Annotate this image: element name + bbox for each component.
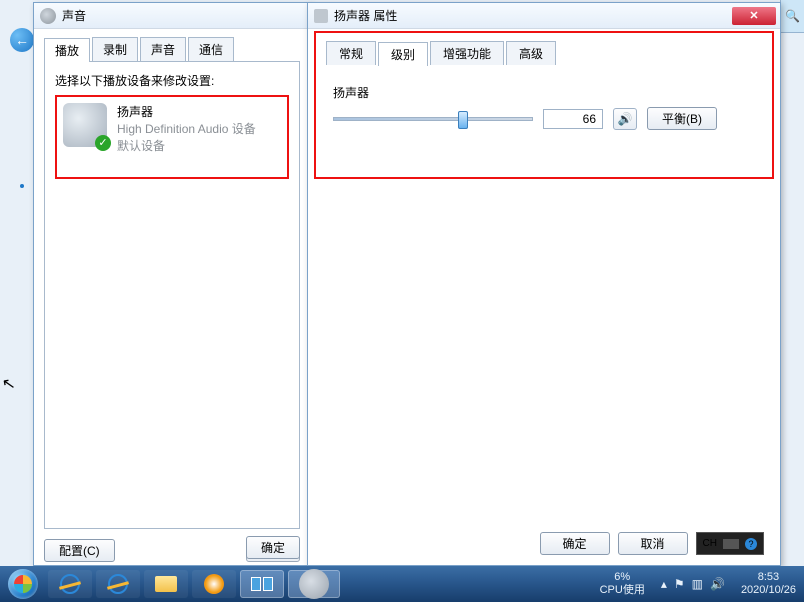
props-title: 扬声器 属性 <box>334 7 397 24</box>
sound-title: 声音 <box>62 7 86 24</box>
props-titlebar[interactable]: 扬声器 属性 ✕ <box>308 3 780 29</box>
props-window-icon <box>314 9 328 23</box>
folder-icon <box>155 576 177 592</box>
device-desc: High Definition Audio 设备 <box>117 120 256 137</box>
start-button[interactable] <box>0 566 46 602</box>
volume-slider[interactable] <box>333 109 533 129</box>
taskbar-ie2[interactable] <box>96 570 140 598</box>
tab-record[interactable]: 录制 <box>92 37 138 61</box>
browser-search-btn[interactable]: 🔍 <box>780 0 804 33</box>
network-icon[interactable]: ▥ <box>692 577 703 591</box>
props-tabs: 常规 级别 增强功能 高级 <box>326 41 762 65</box>
speaker-properties-dialog: 扬声器 属性 ✕ 常规 级别 增强功能 高级 扬声器 66 🔊 平衡(B <box>307 2 781 566</box>
sound-dialog: 声音 播放 录制 声音 通信 选择以下播放设备来修改设置: ✓ 扬声器 High… <box>33 2 311 566</box>
close-button[interactable]: ✕ <box>732 7 776 25</box>
volume-value[interactable]: 66 <box>543 109 603 129</box>
ime-bar[interactable]: CH ? <box>696 532 764 555</box>
ie-icon <box>108 574 128 594</box>
flag-icon[interactable]: ⚑ <box>674 577 685 591</box>
configure-button[interactable]: 配置(C) <box>44 539 115 562</box>
keyboard-icon <box>723 539 739 549</box>
chevron-up-icon[interactable]: ▴ <box>661 577 667 591</box>
ime-help-icon: ? <box>745 538 757 550</box>
cpu-meter[interactable]: 6% CPU使用 <box>592 571 653 597</box>
windows-logo-icon <box>8 569 38 599</box>
tray-icons: ▴ ⚑ ▥ 🔊 <box>653 577 733 591</box>
level-panel: 扬声器 66 🔊 平衡(B) <box>326 65 762 131</box>
sound-tabbody: 选择以下播放设备来修改设置: ✓ 扬声器 High Definition Aud… <box>44 61 300 529</box>
sound-ok-button[interactable]: 确定 <box>246 536 300 559</box>
speaker-label: 扬声器 <box>333 84 755 101</box>
props-ok-button[interactable]: 确定 <box>540 532 610 555</box>
props-button-row: 确定 取消 CH ? <box>540 532 768 555</box>
taskbar-ie1[interactable] <box>48 570 92 598</box>
tab-playback[interactable]: 播放 <box>44 38 90 62</box>
tab-comm[interactable]: 通信 <box>188 37 234 61</box>
slider-thumb[interactable] <box>458 111 468 129</box>
tab-sound[interactable]: 声音 <box>140 37 186 61</box>
volume-icon: 🔊 <box>618 112 633 126</box>
sound-titlebar[interactable]: 声音 <box>34 3 310 29</box>
bullet-dot <box>20 184 24 188</box>
speaker-icon <box>40 8 56 24</box>
taskbar-wmp[interactable] <box>192 570 236 598</box>
tab-advanced[interactable]: 高级 <box>506 41 556 65</box>
back-button[interactable]: ← <box>10 28 34 52</box>
cursor-icon: ↖ <box>0 373 17 395</box>
highlight-frame: 常规 级别 增强功能 高级 扬声器 66 🔊 平衡(B) <box>314 31 774 179</box>
mute-button[interactable]: 🔊 <box>613 108 637 130</box>
taskbar-explorer[interactable] <box>144 570 188 598</box>
cpu-percent: 6% <box>600 571 645 584</box>
speaker-icon <box>299 569 329 599</box>
ie-icon <box>60 574 80 594</box>
cpu-label: CPU使用 <box>600 584 645 597</box>
device-text: 扬声器 High Definition Audio 设备 默认设备 <box>117 103 256 171</box>
device-item[interactable]: ✓ 扬声器 High Definition Audio 设备 默认设备 <box>55 95 289 179</box>
slider-track <box>333 117 533 121</box>
tray-volume-icon[interactable]: 🔊 <box>710 577 725 591</box>
close-icon: ✕ <box>749 9 758 22</box>
device-speaker-icon: ✓ <box>63 103 107 147</box>
system-tray: 6% CPU使用 ▴ ⚑ ▥ 🔊 8:53 2020/10/26 <box>592 566 804 602</box>
props-cancel-button[interactable]: 取消 <box>618 532 688 555</box>
ime-lang: CH <box>703 538 717 549</box>
windows-icon <box>251 577 273 591</box>
taskbar-app-active[interactable] <box>240 570 284 598</box>
tab-level[interactable]: 级别 <box>378 42 428 66</box>
balance-button[interactable]: 平衡(B) <box>647 107 717 130</box>
instruction-text: 选择以下播放设备来修改设置: <box>55 72 289 89</box>
sound-tabs: 播放 录制 声音 通信 <box>44 37 300 61</box>
taskbar-sound-app[interactable] <box>288 570 340 598</box>
check-icon: ✓ <box>95 135 111 151</box>
tab-general[interactable]: 常规 <box>326 41 376 65</box>
taskbar: 6% CPU使用 ▴ ⚑ ▥ 🔊 8:53 2020/10/26 <box>0 566 804 602</box>
device-name: 扬声器 <box>117 103 256 120</box>
clock-date: 2020/10/26 <box>741 584 796 597</box>
level-row: 66 🔊 平衡(B) <box>333 107 755 130</box>
device-status: 默认设备 <box>117 137 256 154</box>
tab-enhance[interactable]: 增强功能 <box>430 41 504 65</box>
media-player-icon <box>204 574 224 594</box>
clock-time: 8:53 <box>741 571 796 584</box>
clock[interactable]: 8:53 2020/10/26 <box>733 571 804 597</box>
